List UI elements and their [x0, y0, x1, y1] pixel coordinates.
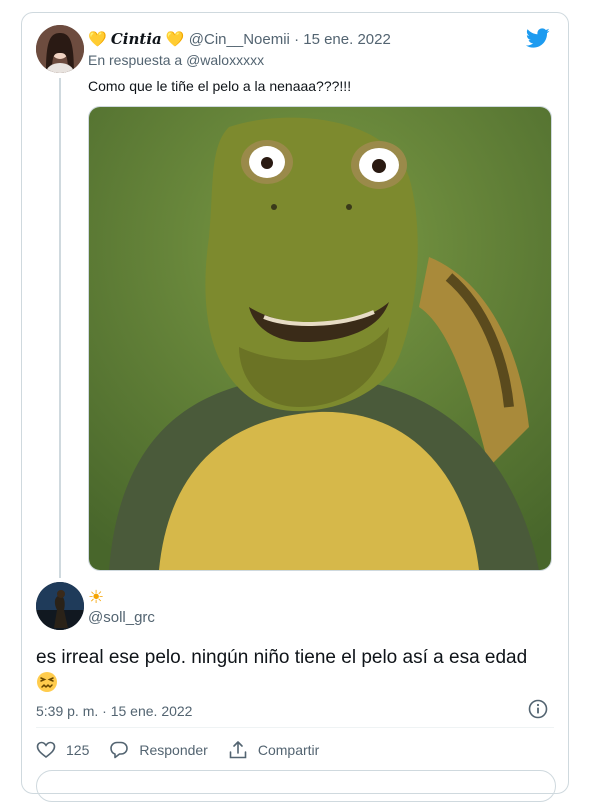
turtle-meme-image [89, 107, 551, 570]
user-handle[interactable]: @soll_grc [88, 608, 155, 628]
avatar[interactable] [36, 582, 84, 630]
share-button[interactable]: Compartir [228, 740, 319, 760]
sun-emoji: ☀ [88, 587, 105, 607]
reply-to-handle[interactable]: @waloxxxxx [186, 52, 264, 68]
tweet-time[interactable]: 5:39 p. m. [36, 703, 98, 719]
thread-connector-line [59, 78, 61, 578]
user-handle[interactable]: @Cin__Noemii [189, 31, 290, 48]
main-tweet-body: es irreal ese pelo. ningún niño tiene el… [36, 647, 528, 668]
reply-label: Responder [139, 742, 208, 758]
reply-button[interactable]: Responder [109, 740, 208, 760]
separator-dot: · [294, 31, 300, 48]
yellow-heart-emoji: 💛 [88, 31, 107, 48]
heart-icon [36, 741, 56, 759]
reply-tweet-header: 💛 𝑪𝒊𝒏𝒕𝒊𝒂 💛 @Cin__Noemii · 15 ene. 2022 [88, 29, 391, 50]
tweet-media-image[interactable] [88, 106, 552, 571]
tweet-actions: 125 Responder Compartir [36, 738, 339, 762]
reply-icon [110, 741, 129, 759]
info-icon[interactable] [528, 699, 548, 719]
twitter-bird-icon[interactable] [526, 26, 550, 50]
share-label: Compartir [257, 742, 320, 758]
replying-to-line: En respuesta a @waloxxxxx [88, 51, 264, 69]
tweet-date[interactable]: 15 ene. 2022 [111, 703, 193, 719]
share-icon [229, 741, 247, 759]
like-button[interactable]: 125 [36, 740, 89, 760]
main-tweet-text: es irreal ese pelo. ningún niño tiene el… [36, 645, 556, 697]
avatar-portrait [36, 582, 84, 630]
avatar[interactable] [36, 25, 84, 73]
display-name[interactable]: 𝑪𝒊𝒏𝒕𝒊𝒂 [111, 30, 162, 48]
divider [36, 727, 554, 728]
tweet-timestamp[interactable]: 5:39 p. m. · 15 ene. 2022 [36, 701, 192, 721]
separator-dot: · [102, 703, 107, 719]
yellow-heart-emoji: 💛 [165, 31, 185, 48]
reply-prefix: En respuesta a [88, 52, 183, 68]
like-count: 125 [66, 742, 90, 758]
reply-tweet-text: Como que le tiñe el pelo a la nenaaa???!… [88, 78, 352, 94]
avatar-portrait [36, 25, 84, 73]
read-more-button[interactable] [36, 770, 556, 802]
tweet-date[interactable]: 15 ene. 2022 [303, 31, 391, 48]
confounded-face-emoji [37, 672, 57, 692]
